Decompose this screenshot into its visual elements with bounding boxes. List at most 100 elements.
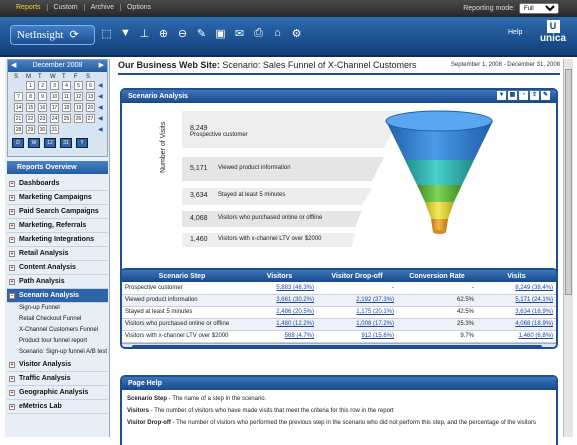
- year-view-button[interactable]: Y: [76, 138, 88, 148]
- expand-icon[interactable]: +: [9, 265, 15, 271]
- calendar-day[interactable]: 9: [38, 92, 47, 101]
- table-link[interactable]: 8,249 (38.4%): [515, 285, 553, 291]
- calendar-day[interactable]: 3: [50, 81, 59, 90]
- calendar-day[interactable]: 29: [26, 125, 35, 134]
- nav-item[interactable]: + Paid Search Campaigns: [7, 205, 108, 219]
- nav-item[interactable]: + Visitor Analysis: [7, 358, 108, 372]
- expand-icon[interactable]: +: [9, 251, 15, 257]
- calendar-day[interactable]: 8: [26, 92, 35, 101]
- expand-icon[interactable]: +: [9, 195, 15, 201]
- table-link[interactable]: 4,068 (18.9%): [515, 321, 553, 327]
- settings-icon[interactable]: ⚙: [290, 27, 303, 40]
- table-link[interactable]: 1,460 (6.8%): [519, 333, 553, 339]
- expand-icon[interactable]: +: [9, 362, 15, 368]
- pin-icon[interactable]: ⊥: [138, 27, 151, 40]
- month-view-button[interactable]: 12: [44, 138, 56, 148]
- print-icon[interactable]: ⎙: [252, 27, 265, 40]
- table-link[interactable]: 5,171 (24.1%): [515, 297, 553, 303]
- calendar-day[interactable]: 19: [74, 103, 83, 112]
- calendar-day[interactable]: 14: [14, 103, 23, 112]
- col-visitor-dropoff[interactable]: Visitor Drop-off: [317, 270, 397, 282]
- expand-icon[interactable]: +: [9, 404, 15, 410]
- nav-item[interactable]: + Traffic Analysis: [7, 372, 108, 386]
- chart-icon[interactable]: ◔: [519, 91, 528, 100]
- table-link[interactable]: 2,486 (20.5%): [276, 309, 314, 315]
- table-link[interactable]: 912 (15.6%): [361, 333, 394, 339]
- expand-icon[interactable]: +: [9, 181, 15, 187]
- calendar-day[interactable]: 4: [62, 81, 71, 90]
- home-icon[interactable]: ⌂: [271, 27, 284, 40]
- calendar-day[interactable]: 27: [86, 114, 95, 123]
- expand-icon[interactable]: +: [9, 376, 15, 382]
- calendar-day[interactable]: 25: [62, 114, 71, 123]
- menu-archive[interactable]: Archive: [85, 4, 121, 11]
- page-vscrollbar[interactable]: [563, 59, 573, 437]
- expand-icon[interactable]: +: [9, 223, 15, 229]
- calendar-day[interactable]: 2: [38, 81, 47, 90]
- collapse-icon[interactable]: −: [9, 293, 15, 299]
- expand-icon[interactable]: +: [9, 279, 15, 285]
- export-icon[interactable]: ⇪: [530, 91, 539, 100]
- select-week-icon[interactable]: ◀: [98, 82, 103, 89]
- calendar-day[interactable]: 15: [26, 103, 35, 112]
- reports-overview-header[interactable]: Reports Overview: [7, 161, 108, 174]
- nav-item[interactable]: + Content Analysis: [7, 261, 108, 275]
- next-month-icon[interactable]: ▶: [99, 60, 104, 72]
- table-link[interactable]: 1,175 (20.1%): [356, 309, 394, 315]
- note-icon[interactable]: ✎: [541, 91, 550, 100]
- table-link[interactable]: 5,883 (48.3%): [276, 285, 314, 291]
- vscroll-thumb[interactable]: [565, 69, 572, 295]
- expand-icon[interactable]: +: [9, 390, 15, 396]
- expand-icon[interactable]: +: [9, 237, 15, 243]
- calendar-day[interactable]: 28: [14, 125, 23, 134]
- nav-item[interactable]: − Scenario Analysis: [7, 289, 108, 303]
- email-icon[interactable]: ✉: [233, 27, 246, 40]
- nav-item[interactable]: + Path Analysis: [7, 275, 108, 289]
- week-view-button[interactable]: W: [28, 138, 40, 148]
- zoom-in-icon[interactable]: ⊕: [157, 27, 170, 40]
- save-icon[interactable]: ▣: [214, 27, 227, 40]
- filter-icon[interactable]: ▼: [119, 27, 132, 40]
- calendar-day[interactable]: 13: [86, 92, 95, 101]
- nav-item[interactable]: + Geographic Analysis: [7, 386, 108, 400]
- col-scenario-step[interactable]: Scenario Step: [122, 270, 242, 282]
- select-week-icon[interactable]: ◀: [98, 126, 103, 133]
- nav-item[interactable]: + Dashboards: [7, 177, 108, 191]
- table-link[interactable]: 568 (4.7%): [285, 333, 314, 339]
- nav-subitem[interactable]: Scenario: Sign-up funnel A/B test: [7, 347, 108, 358]
- table-icon[interactable]: ▦: [508, 91, 517, 100]
- calendar-day[interactable]: 5: [74, 81, 83, 90]
- calendar-day[interactable]: 12: [74, 92, 83, 101]
- nav-subitem[interactable]: X-Channel Customers Funnel: [7, 325, 108, 336]
- calendar-day[interactable]: 26: [74, 114, 83, 123]
- calendar-day[interactable]: 21: [14, 114, 23, 123]
- day-view-button[interactable]: D: [12, 138, 24, 148]
- nav-item[interactable]: + Marketing Integrations: [7, 233, 108, 247]
- table-link[interactable]: 1,008 (17.2%): [356, 321, 394, 327]
- funnel-icon[interactable]: ▼: [497, 91, 506, 100]
- calendar-day[interactable]: 23: [38, 114, 47, 123]
- expand-icon[interactable]: +: [9, 209, 15, 215]
- calendar-day[interactable]: 10: [50, 92, 59, 101]
- calendar-day[interactable]: 24: [50, 114, 59, 123]
- hscroll-thumb[interactable]: [132, 344, 542, 347]
- calendar-day[interactable]: 31: [50, 125, 59, 134]
- calendar-day[interactable]: 11: [62, 92, 71, 101]
- nav-item[interactable]: + eMetrics Lab: [7, 400, 108, 414]
- calendar-day[interactable]: 1: [26, 81, 35, 90]
- table-link[interactable]: 2,192 (37.3%): [356, 297, 394, 303]
- menu-reports[interactable]: Reports: [10, 4, 48, 11]
- calendar-day[interactable]: 6: [86, 81, 95, 90]
- nav-item[interactable]: + Marketing, Referrals: [7, 219, 108, 233]
- menu-custom[interactable]: Custom: [48, 4, 85, 11]
- calendar-day[interactable]: 22: [26, 114, 35, 123]
- calendar-day[interactable]: 20: [86, 103, 95, 112]
- col-visits[interactable]: Visits: [477, 270, 556, 282]
- select-week-icon[interactable]: ◀: [98, 115, 103, 122]
- prev-month-icon[interactable]: ◀: [11, 60, 16, 72]
- zoom-out-icon[interactable]: ⊖: [176, 27, 189, 40]
- calendar-day[interactable]: 7: [14, 92, 23, 101]
- reporting-mode-select[interactable]: Full: [519, 3, 559, 14]
- nav-subitem[interactable]: Product tour funnel report: [7, 336, 108, 347]
- calendar-day[interactable]: 30: [38, 125, 47, 134]
